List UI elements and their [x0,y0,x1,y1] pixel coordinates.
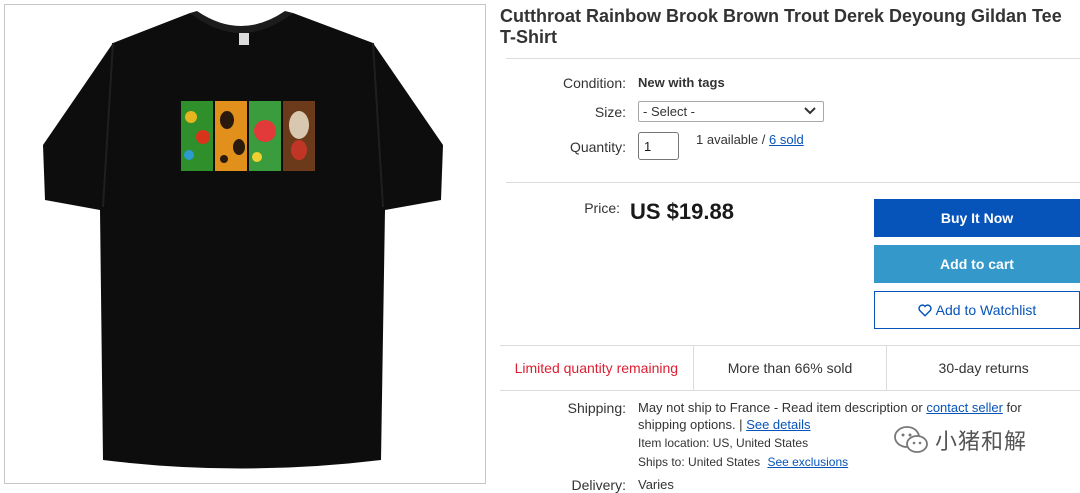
watermark-text: 小猪和解 [935,429,1028,454]
price-label: Price: [584,200,620,216]
available-text: 1 available / [696,132,766,147]
buy-it-now-button[interactable]: Buy It Now [874,199,1080,237]
shipping-text: May not ship to France - Read item descr… [638,400,923,415]
divider [506,58,1080,59]
limited-quantity-badge: Limited quantity remaining [514,360,679,376]
product-title: Cutthroat Rainbow Brook Brown Trout Dere… [500,6,1062,47]
contact-seller-link[interactable]: contact seller [926,400,1003,415]
quantity-label: Quantity: [569,139,626,155]
heart-icon [918,303,932,317]
ships-to-value: United States [688,455,761,469]
condition-label: Condition: [562,75,626,91]
see-exclusions-link[interactable]: See exclusions [767,455,848,469]
ships-to-label: Ships to: [638,455,685,469]
shipping-options-text: shipping options. | [638,417,743,432]
watermark: 小猪和解 [893,424,1027,456]
shipping-label: Shipping: [567,400,626,416]
size-select-value: - Select - [643,104,696,119]
product-image-frame[interactable] [4,4,486,484]
size-label: Size: [594,104,626,120]
item-location-label: Item location: [638,436,710,450]
delivery-value: Varies [638,477,674,492]
condition-value: New with tags [638,75,725,90]
item-location-value: US, United States [712,436,809,450]
wechat-icon [894,426,928,453]
divider [506,182,1080,183]
size-select[interactable]: - Select - [638,101,824,122]
ships-to: Ships to: United States See exclusions [638,455,848,469]
shipping-line-2: shipping options. | See details [638,417,811,432]
add-to-cart-button[interactable]: Add to cart [874,245,1080,283]
price-value: US $19.88 [630,199,734,224]
availability: 1 available / 6 sold [696,132,804,147]
shipping-line-1: May not ship to France - Read item descr… [638,400,1022,415]
tshirt-image [43,11,443,469]
item-location: Item location: US, United States [638,436,808,450]
delivery-label: Delivery: [571,477,626,493]
highlights-strip: Limited quantity remaining More than 66%… [500,345,1080,391]
chevron-down-icon [804,107,816,115]
watchlist-label: Add to Watchlist [935,302,1037,318]
sold-percent-badge: More than 66% sold [692,346,887,390]
quantity-input[interactable]: 1 [638,132,679,160]
see-details-link[interactable]: See details [746,417,810,432]
add-to-watchlist-button[interactable]: Add to Watchlist [874,291,1080,329]
sold-link[interactable]: 6 sold [769,132,804,147]
returns-badge: 30-day returns [886,346,1080,390]
shipping-text-suffix: for [1006,400,1022,415]
